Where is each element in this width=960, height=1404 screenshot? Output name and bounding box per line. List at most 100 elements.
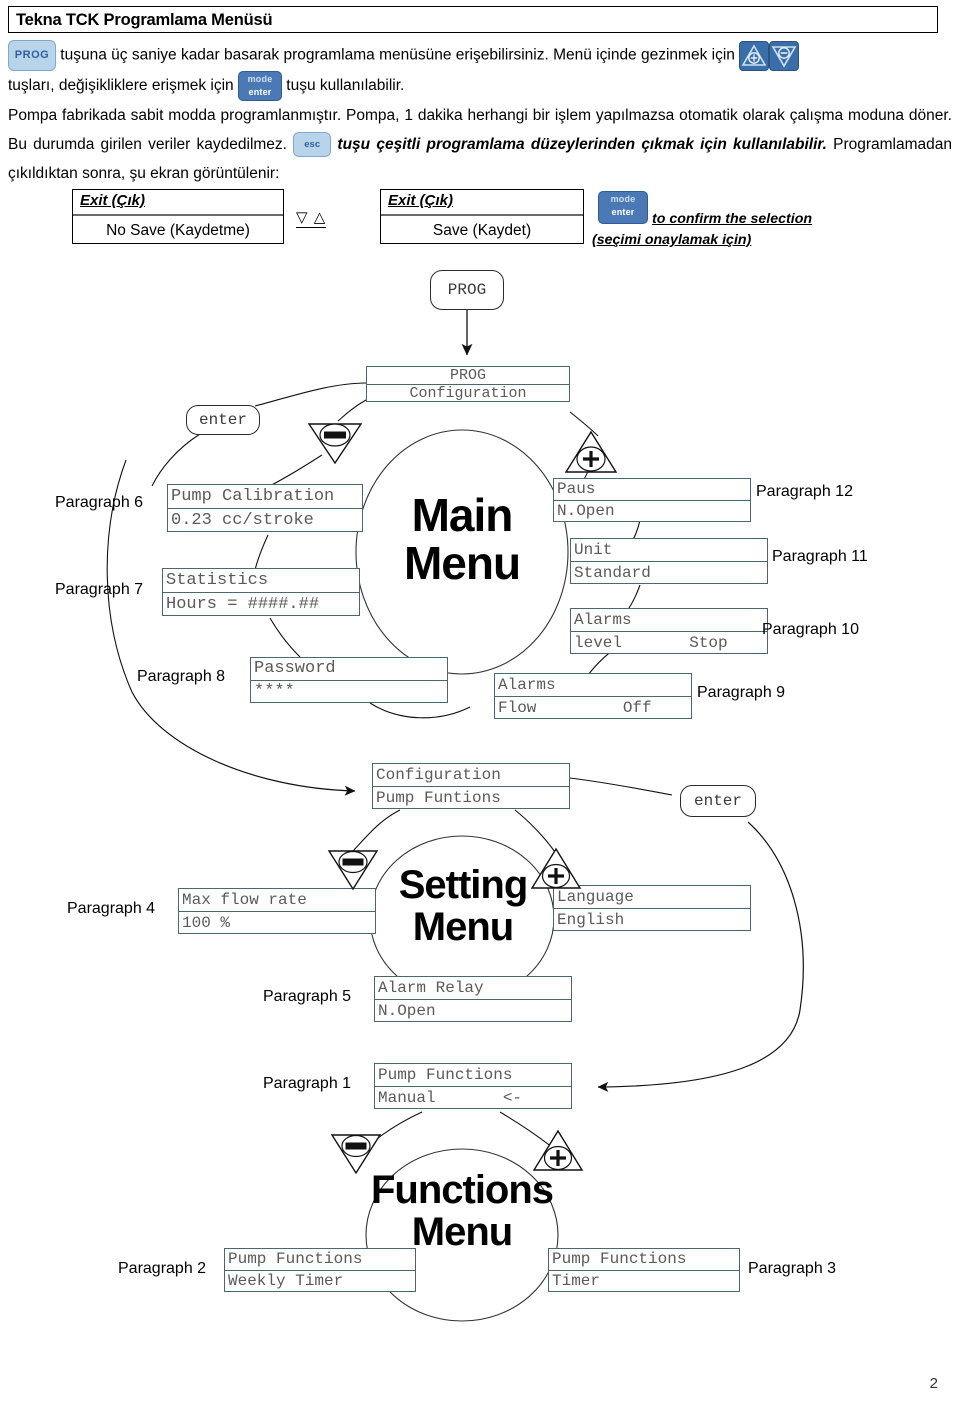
confirm-selection-note-tr: (seçimi onaylamak için)	[592, 230, 751, 250]
screen-alarms-level-line2: level Stop	[574, 634, 728, 652]
screen-statistics-line1: Statistics	[163, 569, 359, 593]
plus-key-icon-setting	[528, 846, 584, 897]
screen-pump-functions-weekly-line1: Pump Functions	[225, 1249, 415, 1271]
screen-pump-calibration-line1: Pump Calibration	[168, 485, 362, 509]
screen-language-line2: English	[557, 911, 625, 929]
enter-key-label: enter	[248, 87, 272, 97]
screen-alarms-level: Alarms level Stop	[570, 608, 768, 654]
minus-key-icon-functions	[328, 1130, 384, 1181]
page-number: 2	[929, 1375, 938, 1392]
screen-password: Password ****	[250, 657, 448, 703]
mode-enter-key-icon-confirm: mode enter	[598, 191, 648, 224]
intro-paragraph: PROG tuşuna üç saniye kadar basarak prog…	[8, 40, 952, 188]
screen-unit-line1: Unit	[571, 539, 767, 562]
screen-unit-line2: Standard	[574, 564, 651, 582]
screen-pump-functions-timer: Pump Functions Timer	[548, 1248, 740, 1292]
screen-alarm-relay-line2: N.Open	[378, 1002, 436, 1020]
confirm-selection-note-en: to confirm the selection	[652, 209, 812, 229]
plus-key-icon-functions	[530, 1128, 586, 1179]
prog-key-icon: PROG	[8, 40, 56, 71]
enter-key-label-confirm: enter	[611, 207, 635, 217]
screen-alarm-relay-line1: Alarm Relay	[375, 977, 571, 1000]
up-arrow-key-icon	[739, 40, 770, 71]
exit-save-value: Save (Kaydet)	[432, 222, 532, 239]
page-title-bar: Tekna TCK Programlama Menüsü	[8, 6, 938, 33]
setting-menu-label: Setting Menu	[382, 863, 544, 949]
exit-save-panel: Exit (Çık) Save (Kaydet)	[380, 189, 584, 244]
paragraph-label-1: Paragraph 1	[263, 1075, 352, 1092]
screen-pump-functions-weekly-timer: Pump Functions Weekly Timer	[224, 1248, 416, 1292]
screen-pump-functions-weekly-line2: Weekly Timer	[228, 1272, 344, 1290]
functions-menu-label-line1: Functions	[370, 1168, 554, 1212]
screen-password-line1: Password	[251, 658, 447, 681]
screen-pump-functions-timer-line2: Timer	[552, 1272, 601, 1290]
paragraph-label-7: Paragraph 7	[55, 581, 144, 598]
screen-alarm-relay: Alarm Relay N.Open	[374, 976, 572, 1022]
setting-menu-label-line1: Setting	[398, 863, 529, 907]
screen-pump-functions-manual-line1: Pump Functions	[375, 1064, 571, 1087]
screen-statistics-line2: Hours = ####.##	[166, 595, 320, 614]
intro-text-2: tuşları, değişikliklere erişmek için	[8, 77, 238, 95]
minus-key-icon-main	[305, 418, 365, 471]
screen-statistics: Statistics Hours = ####.##	[162, 568, 360, 616]
enter-round-button-middle[interactable]: enter	[680, 785, 756, 817]
paragraph-label-4: Paragraph 4	[67, 900, 156, 917]
paragraph-label-3: Paragraph 3	[748, 1260, 837, 1277]
screen-unit: Unit Standard	[570, 538, 768, 584]
paragraph-label-11: Paragraph 11	[772, 548, 868, 565]
prog-round-button[interactable]: PROG	[430, 270, 504, 310]
confirm-note-line2: (seçimi onaylamak için)	[592, 232, 752, 248]
screen-max-flow-rate-line2: 100 %	[182, 914, 231, 932]
screen-configuration-pump-funtions: Configuration Pump Funtions	[372, 763, 570, 809]
paragraph-label-12: Paragraph 12	[756, 483, 853, 500]
mode-key-label: mode	[247, 74, 273, 84]
screen-configuration-line2: Pump Funtions	[376, 789, 501, 807]
screen-pump-calibration-line2: 0.23 cc/stroke	[171, 511, 314, 530]
exit-no-save-panel: Exit (Çık) No Save (Kaydetme)	[72, 189, 284, 244]
main-menu-label-line1: Main	[411, 489, 514, 541]
screen-password-line2: ****	[254, 682, 295, 701]
screen-paus-line2: N.Open	[557, 502, 615, 520]
paragraph-label-6: Paragraph 6	[55, 494, 144, 511]
screen-alarms-flow: Alarms Flow Off	[494, 673, 692, 719]
intro-text-3: tuşu kullanılabilir.	[282, 77, 405, 95]
screen-pump-calibration: Pump Calibration 0.23 cc/stroke	[167, 484, 363, 532]
screen-paus-line1: Paus	[554, 479, 750, 501]
confirm-note-line1: to confirm the selection	[652, 211, 813, 227]
screen-pump-functions-manual-line2: Manual <-	[378, 1089, 523, 1107]
esc-key-icon: esc	[293, 132, 332, 158]
screen-pump-functions-timer-line1: Pump Functions	[549, 1249, 739, 1271]
screen-alarms-flow-line1: Alarms	[495, 674, 691, 697]
paragraph-label-10: Paragraph 10	[762, 621, 859, 638]
setting-menu-label-line2: Menu	[412, 904, 514, 949]
mode-key-label-confirm: mode	[610, 194, 636, 204]
enter-round-button-top[interactable]: enter	[186, 405, 260, 435]
main-menu-label: Main Menu	[372, 489, 552, 589]
screen-prog-configuration: PROG Configuration	[366, 366, 570, 402]
screen-alarms-level-line1: Alarms	[571, 609, 767, 632]
up-down-glyph: ▽ △	[296, 209, 327, 228]
paragraph-label-5: Paragraph 5	[263, 988, 352, 1005]
intro-text-5: tuşu çeşitli programlama düzeylerinden ç…	[337, 136, 827, 153]
page-title: Tekna TCK Programlama Menüsü	[16, 11, 273, 29]
paragraph-label-9: Paragraph 9	[697, 684, 786, 701]
screen-configuration-line1: Configuration	[373, 764, 569, 787]
screen-prog-configuration-line1: PROG	[367, 367, 569, 385]
paragraph-label-8: Paragraph 8	[137, 668, 226, 685]
functions-menu-label: Functions Menu	[362, 1168, 562, 1254]
paragraph-label-2: Paragraph 2	[118, 1260, 207, 1277]
screen-paus: Paus N.Open	[553, 478, 751, 522]
exit-no-save-title: Exit (Çık)	[73, 190, 283, 216]
down-arrow-key-icon	[769, 40, 800, 71]
plus-key-icon-main	[563, 428, 619, 481]
screen-alarms-flow-line2: Flow Off	[498, 699, 652, 717]
exit-no-save-value: No Save (Kaydetme)	[106, 222, 250, 239]
exit-save-title: Exit (Çık)	[381, 190, 583, 216]
main-menu-label-line2: Menu	[403, 536, 521, 589]
functions-menu-label-line2: Menu	[411, 1209, 513, 1254]
intro-text-1: tuşuna üç saniye kadar basarak programla…	[56, 46, 735, 64]
minus-key-icon-setting	[325, 846, 381, 897]
screen-pump-functions-manual: Pump Functions Manual <-	[374, 1063, 572, 1109]
mode-enter-key-icon: mode enter	[238, 71, 282, 101]
screen-prog-configuration-line2: Configuration	[409, 385, 527, 402]
